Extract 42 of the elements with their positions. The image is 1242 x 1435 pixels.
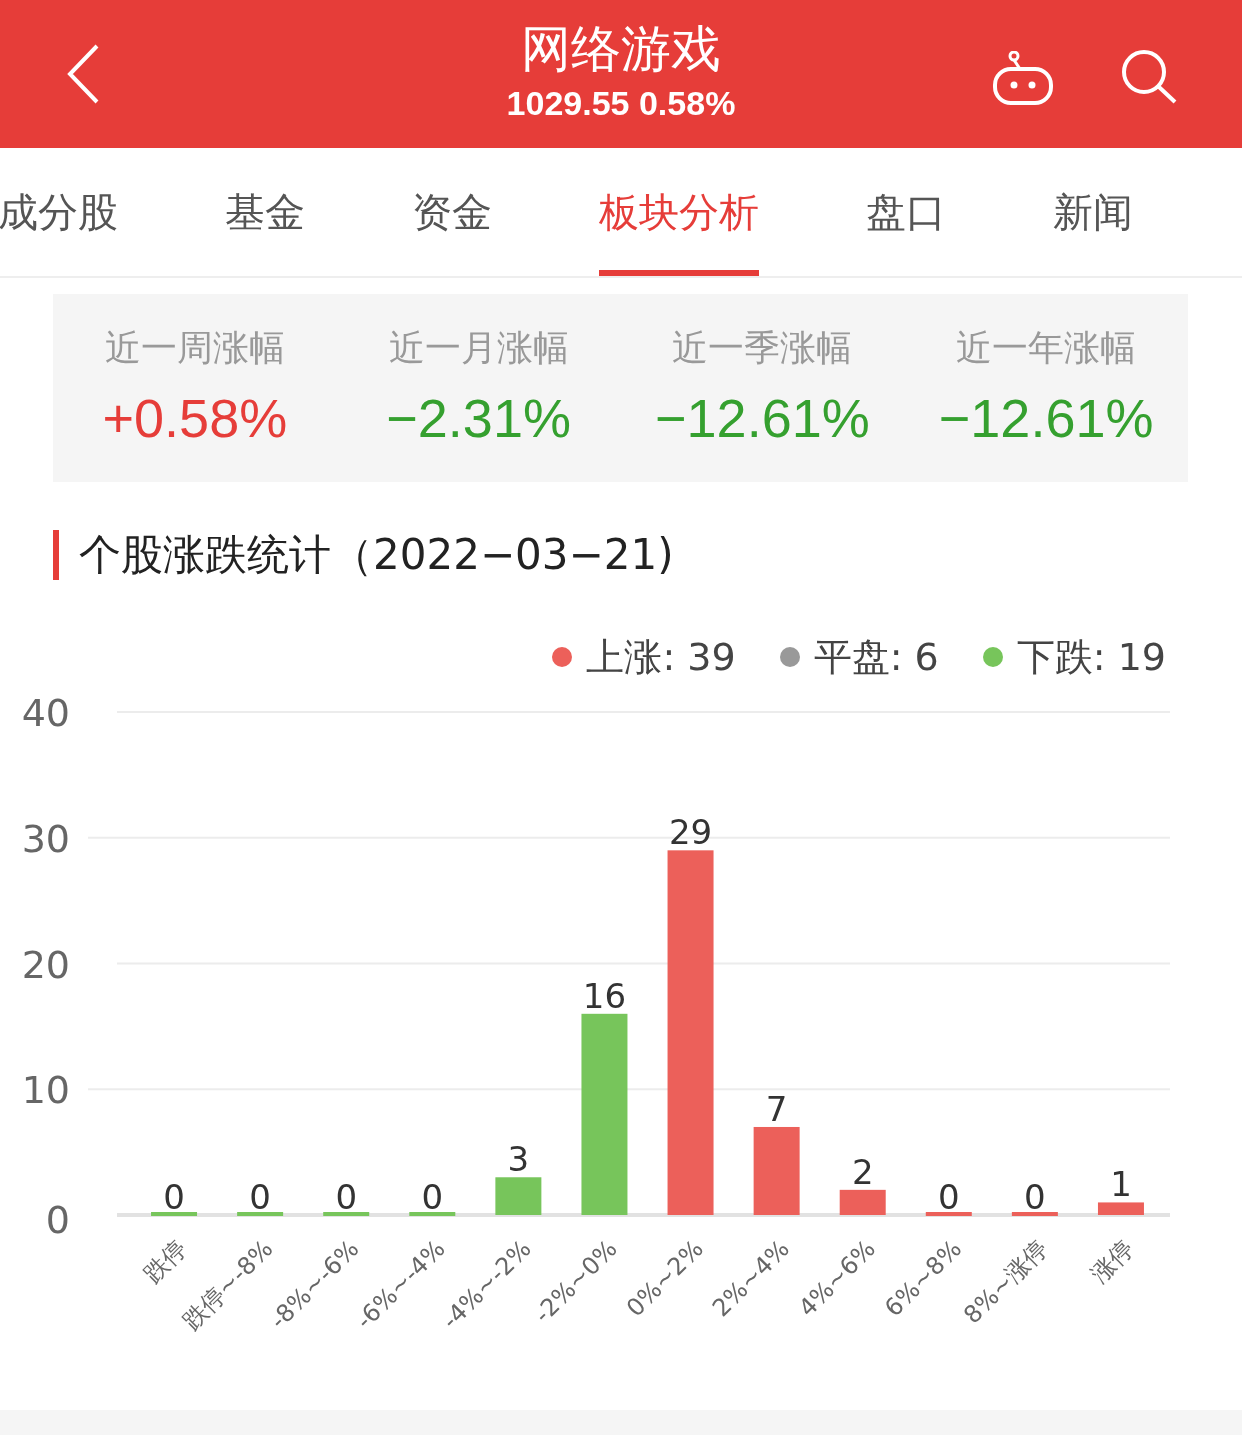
tab[interactable]: 板块分析 xyxy=(599,148,759,276)
bar-value-label: 3 xyxy=(507,1139,530,1180)
bar-value-label: 0 xyxy=(1024,1177,1046,1217)
tab[interactable]: 资金 xyxy=(412,148,492,276)
search-icon[interactable] xyxy=(1120,48,1178,104)
bar-value-label: 16 xyxy=(582,975,627,1016)
legend-label: 下跌: 19 xyxy=(1016,633,1166,681)
bar-value-label: 0 xyxy=(335,1177,358,1217)
section-marker xyxy=(53,530,59,580)
period-label: 近一月涨幅 xyxy=(388,326,569,370)
period-change: −12.61% xyxy=(655,387,870,449)
period-change: −2.31% xyxy=(386,387,571,449)
tab[interactable]: 基金 xyxy=(225,148,305,276)
y-tick-label: 0 xyxy=(45,1198,70,1242)
y-tick-label: 40 xyxy=(21,691,70,735)
bar-value-label: 29 xyxy=(668,812,713,853)
bar-value-label: 1 xyxy=(1110,1164,1132,1205)
bar-value-label: 0 xyxy=(163,1177,185,1217)
x-axis-label: 跌停 xyxy=(138,1234,193,1289)
bar-value-label: 0 xyxy=(421,1177,444,1217)
legend-label: 上涨: 39 xyxy=(586,633,736,681)
bar-value-label: 2 xyxy=(851,1151,874,1192)
robot-icon[interactable] xyxy=(992,51,1054,107)
period-label: 近一季涨幅 xyxy=(672,326,853,370)
bar-value-label: 7 xyxy=(765,1088,788,1129)
legend-label: 平盘: 6 xyxy=(813,633,939,681)
x-axis-label: 涨停 xyxy=(1085,1234,1140,1289)
back-icon[interactable] xyxy=(66,43,100,105)
bar-value-label: 0 xyxy=(249,1177,271,1217)
y-tick-label: 10 xyxy=(21,1068,70,1113)
page-title: 网络游戏 xyxy=(521,19,721,80)
y-tick-label: 30 xyxy=(21,816,70,861)
section-title: 个股涨跌统计（2022−03−21) xyxy=(79,529,674,581)
period-change: −12.61% xyxy=(938,387,1154,449)
y-tick-label: 20 xyxy=(21,942,70,987)
period-label: 近一年涨幅 xyxy=(956,326,1137,370)
period-label: 近一周涨幅 xyxy=(104,326,285,370)
tab[interactable]: 盘口 xyxy=(866,148,946,276)
bar-value-label: 0 xyxy=(937,1177,960,1217)
tab[interactable]: 新闻 xyxy=(1053,148,1133,276)
period-change: +0.58% xyxy=(102,387,288,449)
index-quote: 1029.55 0.58% xyxy=(506,83,736,124)
